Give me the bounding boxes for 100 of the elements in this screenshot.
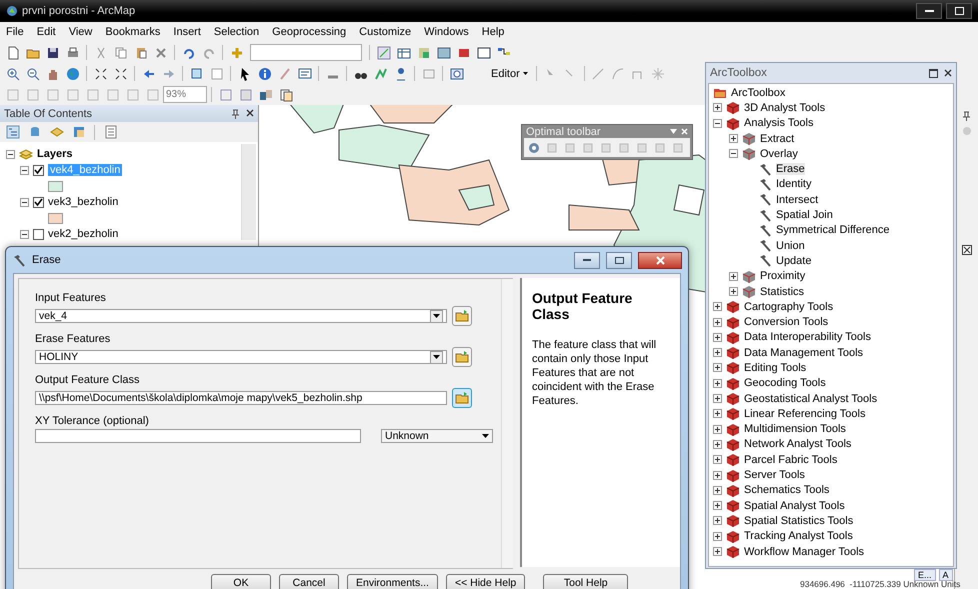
cancel-button[interactable]: Cancel (279, 574, 339, 589)
menu-item[interactable]: Selection (214, 25, 260, 39)
hide-help-button[interactable]: << Hide Help (446, 574, 526, 589)
expand-icon[interactable] (713, 302, 722, 312)
tree-item[interactable]: Parcel Fabric Tools (744, 454, 838, 466)
zoom-field[interactable]: 93% (163, 86, 207, 103)
tree-item[interactable]: Network Analyst Tools (744, 438, 852, 450)
close-icon[interactable] (944, 68, 952, 76)
expand-icon[interactable] (713, 348, 722, 358)
collapse-icon[interactable] (20, 166, 29, 174)
menu-item[interactable]: File (6, 25, 24, 39)
browse-button[interactable] (452, 306, 472, 326)
tree-item[interactable]: Data Interoperability Tools (744, 331, 871, 344)
expand-icon[interactable] (713, 363, 722, 372)
tree-item[interactable]: Spatial Statistics Tools (744, 514, 854, 527)
input-field[interactable]: \\psf\Home\Documents\škola\diplomka\moje mapy\vek5_bezholin.shp (35, 391, 447, 405)
menu-item[interactable]: Insert (173, 25, 201, 39)
window-tab[interactable]: A (938, 569, 953, 581)
browse-button[interactable] (452, 388, 472, 408)
scrollbar[interactable] (501, 279, 513, 568)
scrollbar[interactable] (241, 144, 256, 240)
tree-item[interactable]: Tracking Analyst Tools (744, 530, 853, 542)
expand-icon[interactable] (713, 318, 722, 327)
expand-icon[interactable] (713, 532, 722, 541)
scale-field[interactable] (250, 44, 362, 61)
checkbox[interactable] (33, 228, 44, 240)
tree-item[interactable]: Intersect (776, 194, 818, 206)
unit-dropdown[interactable]: Unknown (381, 429, 493, 443)
pin-icon[interactable] (231, 108, 240, 118)
collapse-icon[interactable] (20, 230, 29, 238)
dropdown-arrow-icon[interactable] (670, 129, 677, 134)
menu-item[interactable]: Windows (424, 25, 469, 39)
menu-item[interactable]: Customize (359, 25, 412, 39)
minimize-button[interactable] (574, 252, 600, 268)
menu-item[interactable]: Help (482, 25, 504, 39)
tree-item[interactable]: Spatial Join (776, 209, 833, 222)
caret-icon[interactable] (482, 434, 489, 438)
tool-help-button[interactable]: Tool Help (543, 574, 628, 589)
menu-item[interactable]: Geoprocessing (272, 25, 346, 39)
tree-item[interactable]: Geocoding Tools (744, 377, 826, 390)
tree-item[interactable]: Spatial Analyst Tools (744, 500, 845, 512)
tree-item[interactable]: Proximity (760, 270, 806, 282)
expand-icon[interactable] (729, 272, 738, 281)
editor-menu-button[interactable]: Editor (487, 68, 532, 80)
tree-item[interactable]: Conversion Tools (744, 316, 828, 328)
tree-item[interactable]: Workflow Manager Tools (744, 546, 864, 558)
grid-icon[interactable] (962, 245, 972, 255)
tree-item[interactable]: Data Management Tools (744, 346, 864, 359)
maximize-button[interactable] (606, 252, 632, 268)
environments-button[interactable]: Environments... (347, 574, 438, 589)
input-field[interactable]: HOLINY (35, 350, 447, 364)
checkbox[interactable] (33, 196, 44, 208)
tree-item[interactable]: Server Tools (744, 469, 805, 482)
tree-item[interactable]: Multidimension Tools (744, 423, 846, 436)
close-icon[interactable] (246, 108, 254, 116)
expand-icon[interactable] (713, 501, 722, 510)
close-button[interactable] (638, 252, 682, 268)
layer-group-name[interactable]: Layers (37, 148, 72, 160)
browse-button[interactable] (452, 347, 472, 367)
menu-item[interactable]: Edit (36, 25, 56, 39)
input-field[interactable]: vek_4 (35, 309, 447, 323)
expand-icon[interactable] (713, 516, 722, 526)
expand-icon[interactable] (729, 287, 738, 296)
collapse-icon[interactable] (713, 118, 722, 128)
tree-item[interactable]: Statistics (760, 286, 804, 298)
tree-item[interactable]: Union (776, 240, 805, 252)
checkbox[interactable] (33, 164, 44, 176)
layer-name[interactable]: vek2_bezholin (48, 228, 118, 240)
restore-icon[interactable] (929, 68, 938, 78)
collapse-icon[interactable] (729, 149, 738, 158)
tree-item[interactable]: Erase (776, 163, 805, 176)
expand-icon[interactable] (713, 424, 722, 434)
expand-icon[interactable] (729, 134, 738, 144)
menu-item[interactable]: View (68, 25, 92, 39)
tree-item[interactable]: Identity (776, 178, 812, 190)
tree-item[interactable]: Cartography Tools (744, 300, 834, 313)
tree-item[interactable]: Geostatistical Analyst Tools (744, 392, 878, 405)
expand-icon[interactable] (713, 547, 722, 556)
collapse-icon[interactable] (20, 198, 29, 206)
maximize-button[interactable] (946, 3, 972, 19)
tree-item[interactable]: ArcToolbox (731, 86, 786, 99)
menu-item[interactable]: Bookmarks (105, 25, 160, 39)
tree-item[interactable]: Linear Referencing Tools (744, 408, 866, 420)
expand-icon[interactable] (713, 440, 722, 449)
caret-icon[interactable] (433, 355, 440, 359)
tree-item[interactable]: Analysis Tools (744, 117, 814, 130)
pin-icon[interactable] (962, 111, 971, 121)
tree-item[interactable]: Editing Tools (744, 362, 806, 374)
tree-item[interactable]: Overlay (760, 148, 798, 160)
minimize-button[interactable] (916, 3, 942, 19)
layer-name[interactable]: vek3_bezholin (48, 196, 118, 208)
expand-icon[interactable] (713, 332, 722, 342)
expand-icon[interactable] (713, 470, 722, 480)
expand-icon[interactable] (713, 455, 722, 464)
expand-icon[interactable] (713, 486, 722, 495)
collapse-icon[interactable] (6, 150, 15, 158)
expand-icon[interactable] (713, 103, 722, 112)
tree-item[interactable]: Extract (760, 132, 794, 145)
expand-icon[interactable] (713, 378, 722, 388)
tree-item[interactable]: Update (776, 254, 812, 267)
